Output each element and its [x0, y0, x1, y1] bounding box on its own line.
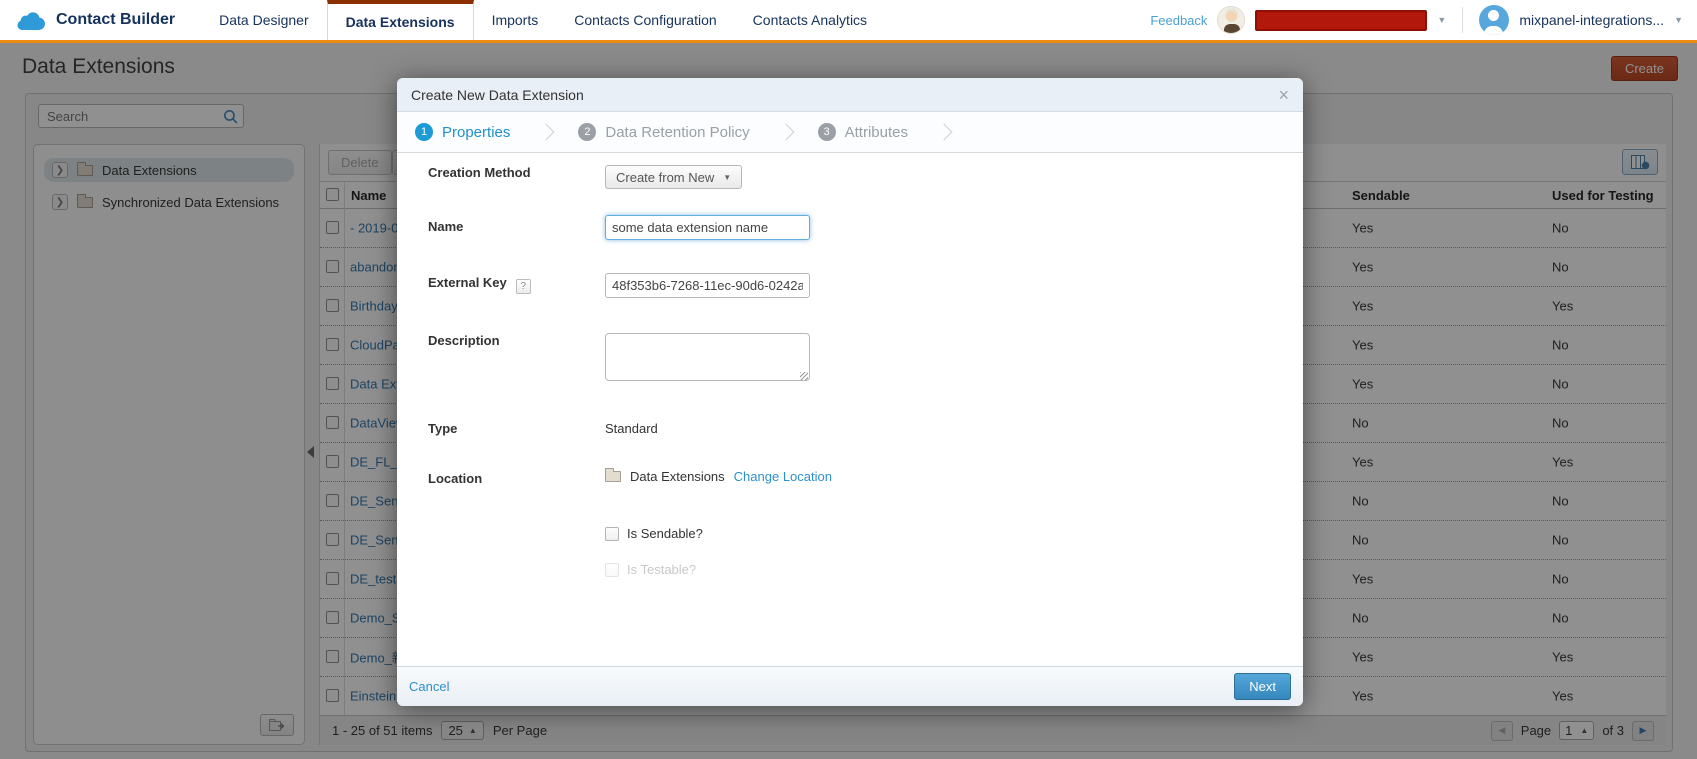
- step-label: Attributes: [845, 124, 908, 141]
- next-button[interactable]: Next: [1234, 673, 1291, 700]
- step-chevron-icon: [936, 124, 953, 141]
- step-label: Properties: [442, 124, 510, 141]
- account-chevron-down-icon[interactable]: ▼: [1674, 15, 1683, 25]
- is-sendable-checkbox[interactable]: [605, 527, 619, 541]
- creation-method-value: Create from New: [616, 170, 714, 185]
- nav-tab-data-designer[interactable]: Data Designer: [201, 0, 327, 40]
- wizard-steps: 1 Properties 2 Data Retention Policy 3 A…: [397, 112, 1303, 153]
- nav-tab-imports[interactable]: Imports: [474, 0, 557, 40]
- location-label: Location: [428, 471, 482, 486]
- is-testable-label: Is Testable?: [627, 562, 696, 577]
- page-background: Data Extensions Create ❯ Data Extensions…: [0, 43, 1697, 759]
- is-sendable-label: Is Sendable?: [627, 526, 703, 541]
- modal-body: Creation Method Create from New ▼ Name E…: [397, 153, 1303, 666]
- einstein-avatar-icon: [1217, 6, 1245, 34]
- resize-grip-icon[interactable]: [800, 372, 808, 380]
- modal-footer: Cancel Next: [397, 666, 1303, 706]
- step-number: 1: [415, 123, 433, 141]
- type-label: Type: [428, 421, 457, 436]
- is-sendable-row: Is Sendable?: [605, 526, 703, 541]
- change-location-link[interactable]: Change Location: [734, 469, 832, 484]
- step-number: 2: [578, 123, 596, 141]
- close-icon[interactable]: ×: [1278, 86, 1289, 104]
- nav-right-cluster: Feedback ▼ mixpanel-integrations... ▼: [1150, 0, 1697, 40]
- location-value: Data Extensions: [630, 469, 725, 484]
- modal-header: Create New Data Extension ×: [397, 78, 1303, 112]
- description-textarea[interactable]: [605, 333, 810, 381]
- is-testable-checkbox: [605, 563, 619, 577]
- is-testable-row: Is Testable?: [605, 562, 696, 577]
- create-data-extension-modal: Create New Data Extension × 1 Properties…: [397, 78, 1303, 706]
- external-key-label: External Key?: [428, 275, 531, 294]
- top-nav: Contact Builder Data Designer Data Exten…: [0, 0, 1697, 43]
- modal-title: Create New Data Extension: [411, 87, 584, 103]
- nav-tab-contacts-analytics[interactable]: Contacts Analytics: [735, 0, 885, 40]
- redacted-org-badge[interactable]: [1255, 10, 1427, 31]
- step-label: Data Retention Policy: [605, 124, 749, 141]
- nav-tab-data-extensions[interactable]: Data Extensions: [327, 0, 474, 40]
- cancel-link[interactable]: Cancel: [409, 679, 449, 694]
- name-label: Name: [428, 219, 463, 234]
- step-chevron-icon: [777, 124, 794, 141]
- chevron-down-icon: ▼: [723, 173, 731, 182]
- type-value: Standard: [605, 421, 658, 436]
- step-number: 3: [818, 123, 836, 141]
- help-icon[interactable]: ?: [516, 279, 531, 294]
- step-chevron-icon: [538, 124, 555, 141]
- user-avatar[interactable]: [1479, 5, 1509, 35]
- creation-method-label: Creation Method: [428, 165, 531, 180]
- salesforce-cloud-icon: [14, 9, 48, 32]
- step-data-retention-policy[interactable]: 2 Data Retention Policy: [578, 123, 749, 141]
- external-key-input[interactable]: [605, 273, 810, 298]
- feedback-link[interactable]: Feedback: [1150, 13, 1207, 28]
- app-title: Contact Builder: [56, 11, 175, 29]
- step-properties[interactable]: 1 Properties: [415, 123, 510, 141]
- nav-tab-contacts-configuration[interactable]: Contacts Configuration: [556, 0, 734, 40]
- location-row: Data Extensions Change Location: [605, 469, 832, 484]
- nav-tabs: Data Designer Data Extensions Imports Co…: [201, 0, 885, 40]
- name-input[interactable]: [605, 215, 810, 240]
- step-attributes[interactable]: 3 Attributes: [818, 123, 908, 141]
- divider: [1462, 7, 1463, 33]
- chevron-down-icon[interactable]: ▼: [1437, 15, 1446, 25]
- folder-icon: [605, 471, 621, 482]
- description-label: Description: [428, 333, 500, 348]
- creation-method-dropdown[interactable]: Create from New ▼: [605, 165, 742, 189]
- app-brand: Contact Builder: [0, 0, 201, 40]
- account-menu-label[interactable]: mixpanel-integrations...: [1519, 12, 1664, 28]
